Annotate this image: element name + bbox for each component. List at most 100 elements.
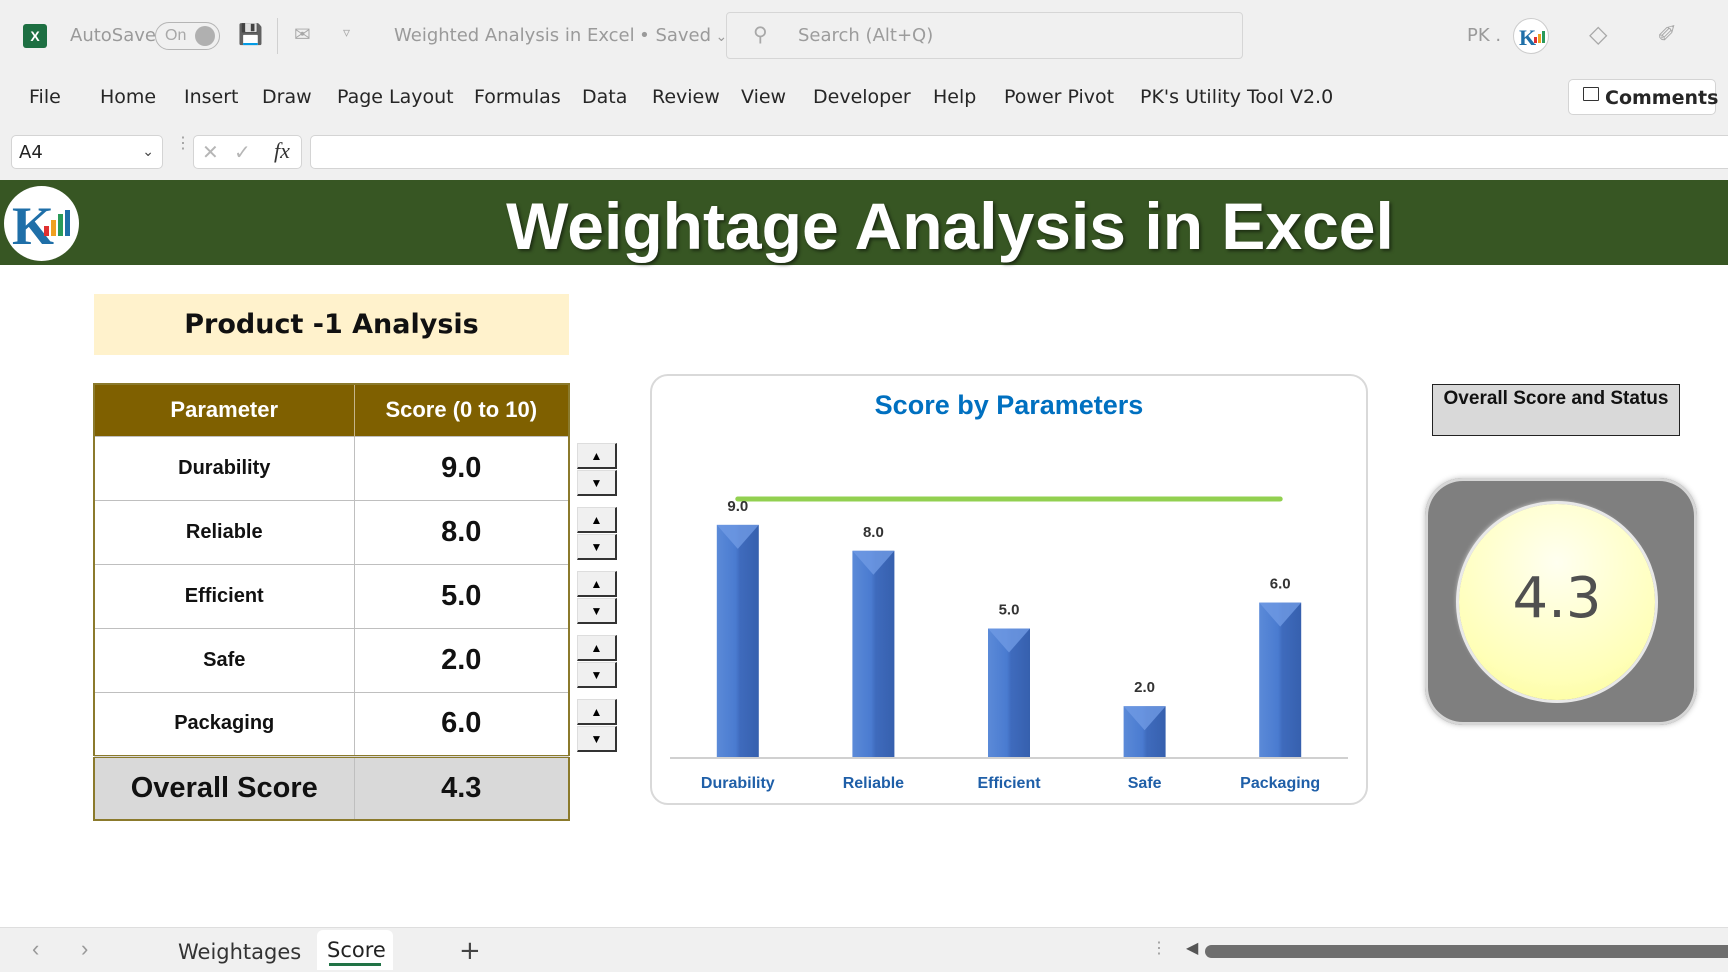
x-tick-label: Reliable [843, 775, 904, 792]
decrement-button[interactable]: ▼ [577, 534, 617, 560]
table-header-row: Parameter Score (0 to 10) [94, 384, 570, 436]
x-tick-label: Efficient [977, 775, 1041, 792]
autosave-label: AutoSave [70, 25, 156, 46]
increment-button[interactable]: ▲ [577, 507, 617, 533]
insert-function-icon[interactable]: fx [274, 138, 290, 164]
comment-icon [1583, 87, 1599, 101]
data-label: 5.0 [999, 602, 1020, 619]
overall-score-value[interactable]: 4.3 [353, 754, 570, 821]
confirm-icon[interactable]: ✓ [234, 140, 251, 165]
toggle-knob [195, 26, 215, 46]
overall-score-label[interactable]: Overall Score [93, 754, 355, 821]
decrement-button[interactable]: ▼ [577, 470, 617, 496]
more-options-icon[interactable]: ⋮ [175, 136, 191, 152]
bar-durability[interactable] [716, 524, 759, 758]
header-score: Score (0 to 10) [354, 384, 570, 436]
data-label: 9.0 [727, 498, 748, 515]
pk-logo: K [4, 186, 79, 261]
formula-actions: ✕ ✓ fx [193, 135, 302, 169]
parameter-cell[interactable]: Safe [93, 627, 355, 693]
tab-developer[interactable]: Developer [813, 86, 911, 108]
increment-button[interactable]: ▲ [577, 443, 617, 469]
document-title[interactable]: Weighted Analysis in Excel • Saved ⌄ [394, 25, 727, 46]
scroll-left-icon[interactable]: ◀ [1186, 938, 1198, 958]
parameter-cell[interactable]: Reliable [93, 499, 355, 565]
bar-reliable[interactable] [852, 550, 895, 758]
increment-button[interactable]: ▲ [577, 635, 617, 661]
formula-input[interactable] [310, 135, 1728, 169]
chart-title: Score by Parameters [875, 390, 1144, 420]
banner-title: Weightage Analysis in Excel [506, 189, 1394, 263]
durability-stepper: ▲ ▼ [577, 443, 617, 497]
parameter-cell[interactable]: Efficient [93, 563, 355, 629]
tab-file[interactable]: File [29, 86, 61, 108]
pk-logo-icon: K [12, 196, 70, 256]
customize-qat-icon[interactable]: ▿ [343, 24, 350, 41]
decrement-button[interactable]: ▼ [577, 726, 617, 752]
search-icon: ⚲ [753, 24, 768, 46]
avatar[interactable]: K [1513, 18, 1549, 54]
overall-score-gauge: 4.3 [1425, 478, 1697, 725]
increment-button[interactable]: ▲ [577, 699, 617, 725]
table-row: Durability 9.0 [93, 435, 570, 501]
tab-review[interactable]: Review [652, 86, 720, 108]
next-sheet-icon[interactable]: › [81, 936, 88, 962]
score-cell[interactable]: 5.0 [353, 563, 570, 629]
tab-power-pivot[interactable]: Power Pivot [1004, 86, 1114, 108]
attach-mail-icon[interactable]: ✉ [294, 22, 311, 47]
tab-pk-utility-tool[interactable]: PK's Utility Tool V2.0 [1140, 86, 1333, 108]
score-cell[interactable]: 6.0 [353, 691, 570, 757]
cancel-icon[interactable]: ✕ [202, 140, 219, 165]
product-title: Product -1 Analysis [94, 294, 569, 355]
decrement-button[interactable]: ▼ [577, 598, 617, 624]
save-icon[interactable]: 💾 [238, 22, 263, 47]
data-label: 8.0 [863, 524, 884, 541]
dashboard-banner: Weightage Analysis in Excel [0, 180, 1728, 265]
score-cell[interactable]: 9.0 [353, 435, 570, 501]
increment-button[interactable]: ▲ [577, 571, 617, 597]
diamond-icon[interactable]: ◇ [1589, 20, 1607, 49]
efficient-stepper: ▲ ▼ [577, 571, 617, 625]
name-box[interactable]: A4 ⌄ [11, 135, 163, 169]
tab-page-layout[interactable]: Page Layout [337, 86, 454, 108]
status-label: Overall Score and Status [1432, 384, 1680, 436]
add-sheet-button[interactable]: + [459, 936, 481, 966]
parameter-cell[interactable]: Durability [93, 435, 355, 501]
table-row: Efficient 5.0 [93, 563, 570, 629]
header-parameter: Parameter [94, 384, 355, 436]
toolbar-divider [277, 18, 278, 54]
decrement-button[interactable]: ▼ [577, 662, 617, 688]
search-box[interactable]: ⚲ Search (Alt+Q) [726, 12, 1243, 59]
autosave-toggle[interactable]: On [155, 22, 220, 50]
table-row: Safe 2.0 [93, 627, 570, 693]
tab-help[interactable]: Help [933, 86, 976, 108]
packaging-stepper: ▲ ▼ [577, 699, 617, 753]
score-by-parameters-chart[interactable]: Score by Parameters 9.0 Durability 8.0 Reli… [650, 374, 1368, 805]
user-initials: PK . [1467, 25, 1502, 46]
gauge-value: 4.3 [1512, 566, 1602, 631]
tab-home[interactable]: Home [100, 86, 156, 108]
overall-score-row: Overall Score 4.3 [93, 754, 570, 821]
sheet-tab-score-label: Score [327, 938, 386, 962]
prev-sheet-icon[interactable]: ‹ [32, 936, 39, 962]
comments-button[interactable]: Comments [1568, 79, 1718, 115]
table-row: Reliable 8.0 [93, 499, 570, 565]
x-tick-label: Durability [701, 775, 775, 792]
tab-data[interactable]: Data [582, 86, 627, 108]
score-cell[interactable]: 8.0 [353, 499, 570, 565]
more-options-icon[interactable]: ⋮ [1151, 938, 1167, 958]
score-cell[interactable]: 2.0 [353, 627, 570, 693]
tab-draw[interactable]: Draw [262, 86, 312, 108]
tab-insert[interactable]: Insert [184, 86, 239, 108]
megaphone-icon[interactable]: ✐ [1657, 20, 1677, 49]
horizontal-scrollbar[interactable] [1205, 945, 1728, 958]
score-table: Parameter Score (0 to 10) Durability 9.0… [93, 383, 570, 821]
gauge-circle: 4.3 [1459, 504, 1655, 700]
tab-view[interactable]: View [741, 86, 786, 108]
parameter-cell[interactable]: Packaging [93, 691, 355, 757]
sheet-tab-score[interactable]: Score [317, 930, 393, 970]
tab-formulas[interactable]: Formulas [474, 86, 561, 108]
sheet-tab-weightages[interactable]: Weightages [178, 940, 301, 964]
chevron-down-icon: ⌄ [142, 143, 154, 159]
name-box-value: A4 [19, 142, 43, 163]
